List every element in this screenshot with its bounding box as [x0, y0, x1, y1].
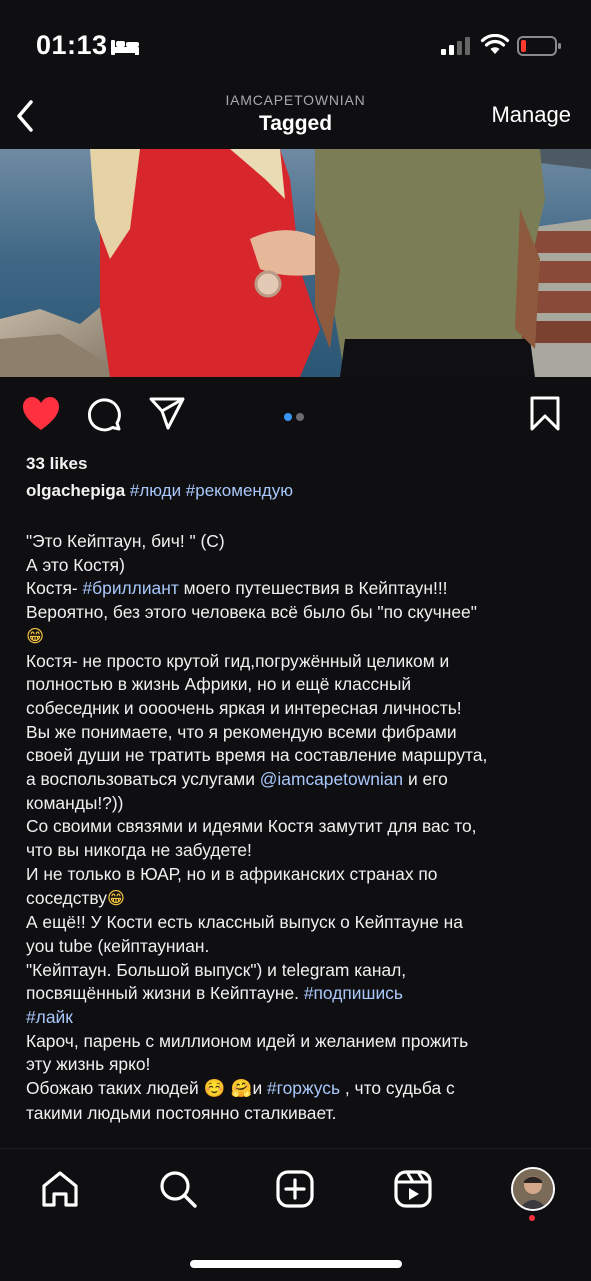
carousel-dot: [296, 413, 304, 421]
caption-line: соседству😁: [26, 887, 571, 912]
carousel-dot-active: [284, 413, 292, 421]
sleep-focus-icon: [111, 40, 139, 55]
caption-text: и: [252, 1078, 267, 1099]
comment-icon[interactable]: [86, 396, 122, 432]
avatar-image: [513, 1169, 553, 1209]
post-image: [0, 149, 591, 377]
notification-dot: [529, 1215, 535, 1221]
caption-line: а воспользоваться услугами @iamcapetowni…: [26, 768, 571, 792]
emoji: 😁: [26, 626, 45, 647]
caption-text: Костя-: [26, 578, 83, 599]
caption-line: Со своими связями и идеями Костя замутит…: [26, 815, 571, 839]
caption-text: команды!?)): [26, 792, 124, 813]
caption-header: olgachepiga #люди #рекомендую: [26, 481, 293, 501]
caption-text: и его: [403, 769, 448, 790]
caption-line: "Это Кейптаун, бич! " (С): [26, 530, 571, 554]
caption-text: А ещё!! У Кости есть классный выпуск о К…: [26, 912, 463, 933]
heart-icon[interactable]: [22, 396, 60, 432]
caption-line: своей души не тратить время на составлен…: [26, 744, 571, 768]
caption-text: "Это Кейптаун, бич! " (С): [26, 531, 225, 551]
emoji: ☺️ 🤗: [203, 1079, 253, 1100]
post-caption: "Это Кейптаун, бич! " (С) А это Костя) Кос…: [26, 530, 571, 1126]
hashtag-link[interactable]: #лайк: [26, 1007, 73, 1027]
caption-line: Вы же понимаете, что я рекомендую всеми …: [26, 721, 571, 745]
caption-line: А ещё!! У Кости есть классный выпуск о К…: [26, 911, 571, 935]
post-actions: [0, 390, 591, 440]
caption-line: 😁: [26, 625, 571, 650]
caption-line: эту жизнь ярко!: [26, 1053, 571, 1077]
caption-line: Обожаю таких людей ☺️ 🤗и #горжусь , что …: [26, 1077, 571, 1102]
reels-icon[interactable]: [393, 1169, 433, 1209]
caption-text: Вы же понимаете, что я рекомендую всеми …: [26, 721, 457, 742]
caption-text: Вероятно, без этого человека всё было бы…: [26, 602, 477, 623]
caption-text: а воспользоваться услугами: [26, 769, 260, 790]
bookmark-icon[interactable]: [530, 396, 560, 432]
share-icon[interactable]: [148, 396, 186, 432]
carousel-indicator: [284, 408, 308, 426]
hashtag-link[interactable]: #бриллиант: [83, 578, 179, 598]
caption-text: Костя- не просто крутой гид,погружённый …: [26, 650, 450, 671]
caption-text: соседству: [26, 887, 107, 908]
caption-text: что вы никогда не забудете!: [26, 840, 252, 861]
emoji: 😁: [106, 888, 126, 909]
caption-line: #лайк: [26, 1006, 571, 1030]
hashtag-link[interactable]: #горжусь: [267, 1078, 340, 1098]
caption-text: , что судьба с: [340, 1078, 455, 1099]
author-username[interactable]: olgachepiga: [26, 481, 125, 500]
caption-text: Со своими связями и идеями Костя замутит…: [26, 816, 477, 837]
create-icon[interactable]: [275, 1169, 315, 1209]
caption-text: посвящённый жизни в Кейптауне.: [26, 983, 304, 1004]
caption-text: "Кейптаун. Большой выпуск") и telegram к…: [26, 959, 407, 980]
caption-text: полностью в жизнь Африки, но и ещё класс…: [26, 674, 412, 695]
caption-line: собеседник и оооочень яркая и интересная…: [26, 697, 571, 721]
caption-line: посвящённый жизни в Кейптауне. #подпишис…: [26, 982, 571, 1006]
caption-text: своей души не тратить время на составлен…: [26, 745, 488, 766]
caption-line: "Кейптаун. Большой выпуск") и telegram к…: [26, 959, 571, 983]
caption-text: И не только в ЮАР, но и в африканских ст…: [26, 863, 438, 884]
caption-line: Кароч, парень с миллионом идей и желание…: [26, 1030, 571, 1054]
home-icon[interactable]: [40, 1169, 80, 1209]
caption-line: you tube (кейптауниан.: [26, 935, 571, 959]
header: IAMCAPETOWNIAN Tagged Manage: [0, 92, 591, 148]
caption-text: Кароч, парень с миллионом идей и желание…: [26, 1030, 469, 1051]
status-bar: 01:13: [0, 0, 591, 92]
caption-line: Вероятно, без этого человека всё было бы…: [26, 601, 571, 625]
caption-text: такими людьми постоянно сталкивает.: [26, 1102, 337, 1123]
caption-line: А это Костя): [26, 554, 571, 578]
caption-text: эту жизнь ярко!: [26, 1054, 151, 1075]
caption-line: что вы никогда не забудете!: [26, 839, 571, 863]
wifi-icon: [480, 34, 510, 54]
caption-line: полностью в жизнь Африки, но и ещё класс…: [26, 673, 571, 697]
caption-line: Костя- #бриллиант моего путешествия в Ке…: [26, 577, 571, 601]
caption-text: you tube (кейптауниан.: [26, 935, 210, 956]
caption-text: моего путешествия в Кейптаун!!!: [178, 578, 448, 599]
caption-line: команды!?)): [26, 792, 571, 816]
hashtag-link[interactable]: #подпишись: [304, 983, 403, 1003]
author-hashtags[interactable]: #люди #рекомендую: [130, 481, 293, 500]
likes-count[interactable]: 33 likes: [26, 454, 87, 474]
caption-text: А это Костя): [26, 554, 125, 575]
caption-line: такими людьми постоянно сталкивает.: [26, 1102, 571, 1126]
post-photo[interactable]: [0, 149, 591, 377]
caption-text: собеседник и оооочень яркая и интересная…: [26, 697, 462, 718]
search-icon[interactable]: [158, 1169, 198, 1209]
home-indicator: [190, 1260, 402, 1268]
caption-line: И не только в ЮАР, но и в африканских ст…: [26, 863, 571, 887]
manage-button[interactable]: Manage: [491, 102, 571, 128]
bottom-tab-bar: [0, 1148, 591, 1281]
status-time: 01:13: [36, 30, 108, 60]
caption-text: Обожаю таких людей: [26, 1078, 204, 1099]
battery-icon: [517, 36, 561, 56]
cellular-signal-icon: [441, 37, 470, 55]
caption-line: Костя- не просто крутой гид,погружённый …: [26, 650, 571, 674]
hashtag-link[interactable]: @iamcapetownian: [260, 769, 403, 789]
profile-avatar[interactable]: [511, 1167, 555, 1211]
